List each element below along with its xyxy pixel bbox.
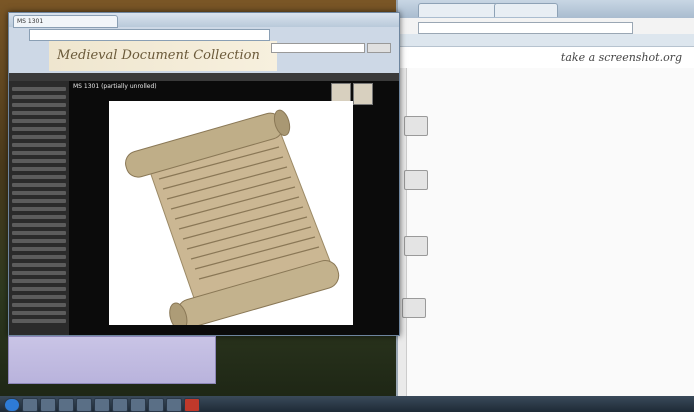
taskbar-app-icon[interactable] xyxy=(40,398,56,412)
nav-item[interactable] xyxy=(12,151,66,155)
taskbar-app-icon[interactable] xyxy=(148,398,164,412)
site-search-input[interactable] xyxy=(271,43,365,53)
nav-item[interactable] xyxy=(12,143,66,147)
nav-item[interactable] xyxy=(12,279,66,283)
nav-item[interactable] xyxy=(12,95,66,99)
taskbar-app-icon[interactable] xyxy=(166,398,182,412)
right-tab-strip xyxy=(398,0,694,18)
nav-item[interactable] xyxy=(12,271,66,275)
taskbar-app-icon[interactable] xyxy=(130,398,146,412)
nav-item[interactable] xyxy=(12,87,66,91)
taskbar-app-icon[interactable] xyxy=(112,398,128,412)
nav-item[interactable] xyxy=(12,159,66,163)
right-toolbar xyxy=(398,34,694,47)
site-header: take a screenshot.org xyxy=(398,47,694,69)
site-banner-title: Medieval Document Collection xyxy=(49,41,277,71)
left-tab-strip: MS 1301 xyxy=(9,13,399,28)
taskbar-app-icon[interactable] xyxy=(76,398,92,412)
manuscript-photo xyxy=(109,101,353,331)
left-browser-window[interactable]: MS 1301 Medieval Document Collection MS … xyxy=(8,12,400,336)
taskbar-app-icon[interactable] xyxy=(94,398,110,412)
viewer-title: MS 1301 (partially unrolled) xyxy=(73,83,157,90)
taskbar xyxy=(0,396,694,412)
screenshot-button-icon[interactable] xyxy=(404,116,428,136)
right-address-bar[interactable] xyxy=(418,22,633,34)
nav-item[interactable] xyxy=(12,127,66,131)
spreadsheet-window[interactable] xyxy=(8,336,216,384)
scroll-illustration xyxy=(125,109,340,331)
site-search-button[interactable] xyxy=(367,43,391,53)
nav-item[interactable] xyxy=(12,175,66,179)
right-tab-1[interactable] xyxy=(418,3,498,17)
taskbar-app-icon[interactable] xyxy=(22,398,38,412)
start-button-icon[interactable] xyxy=(4,398,20,412)
nav-item[interactable] xyxy=(12,199,66,203)
nav-item[interactable] xyxy=(12,295,66,299)
nav-item[interactable] xyxy=(12,103,66,107)
nav-item[interactable] xyxy=(12,247,66,251)
screenshot-button-icon[interactable] xyxy=(402,298,426,318)
nav-item[interactable] xyxy=(12,135,66,139)
nav-item[interactable] xyxy=(12,303,66,307)
taskbar-app-icon[interactable] xyxy=(184,398,200,412)
nav-item[interactable] xyxy=(12,239,66,243)
left-tab-active[interactable]: MS 1301 xyxy=(13,15,118,28)
nav-item[interactable] xyxy=(12,231,66,235)
nav-item[interactable] xyxy=(12,319,66,323)
image-viewer[interactable]: MS 1301 (partially unrolled) xyxy=(69,81,399,335)
site-navbar xyxy=(9,73,399,81)
taskbar-app-icon[interactable] xyxy=(58,398,74,412)
right-tab-2[interactable] xyxy=(494,3,558,17)
collection-nav-list[interactable] xyxy=(9,81,69,335)
nav-item[interactable] xyxy=(12,183,66,187)
nav-item[interactable] xyxy=(12,167,66,171)
nav-item[interactable] xyxy=(12,111,66,115)
nav-item[interactable] xyxy=(12,119,66,123)
right-page-content xyxy=(338,68,694,396)
nav-item[interactable] xyxy=(12,311,66,315)
right-browser-window[interactable]: take a screenshot.org xyxy=(338,0,694,396)
nav-item[interactable] xyxy=(12,191,66,195)
nav-item[interactable] xyxy=(12,223,66,227)
nav-item[interactable] xyxy=(12,207,66,211)
nav-item[interactable] xyxy=(12,263,66,267)
screenshot-button-icon[interactable] xyxy=(404,236,428,256)
nav-item[interactable] xyxy=(12,215,66,219)
left-address-bar[interactable] xyxy=(29,29,270,41)
screenshot-button-icon[interactable] xyxy=(404,170,428,190)
nav-item[interactable] xyxy=(12,255,66,259)
nav-item[interactable] xyxy=(12,287,66,291)
site-logo[interactable]: take a screenshot.org xyxy=(561,51,682,64)
thumbnail-image[interactable] xyxy=(353,83,373,105)
